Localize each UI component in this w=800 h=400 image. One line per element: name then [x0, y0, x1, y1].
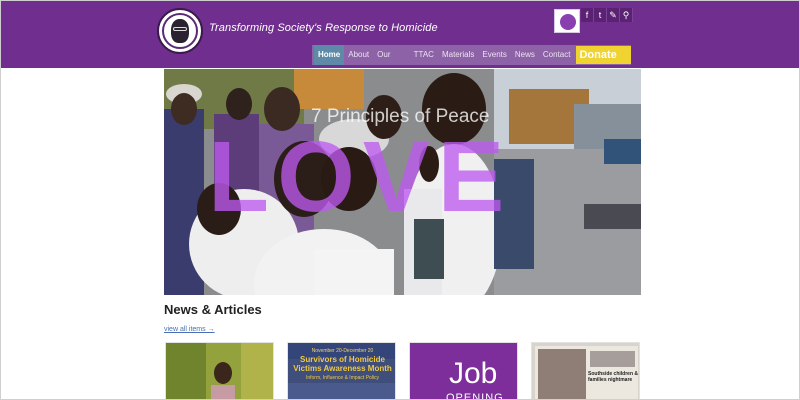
nav-about[interactable]: About [344, 45, 373, 65]
news-thumb-3[interactable]: Job OPENING [409, 342, 518, 400]
hero-word: LOVE [208, 121, 513, 233]
partner-logo-mark [560, 14, 576, 30]
view-all-link[interactable]: view all items → [164, 326, 215, 333]
news-thumb-2-lower [288, 383, 395, 399]
nav-our-model[interactable]: Our Model [373, 45, 410, 79]
news-section-title: News & Articles [164, 302, 262, 317]
nav-events[interactable]: Events [478, 45, 510, 65]
twitter-icon[interactable]: t [594, 8, 607, 22]
newspaper-photo [538, 349, 586, 399]
job-heading: Job [449, 357, 498, 390]
job-subheading: OPENING [446, 392, 504, 400]
news-thumb-2-heading: Survivors of Homicide Victims Awareness … [293, 355, 392, 373]
site-tagline: Transforming Society's Response to Homic… [209, 22, 438, 34]
news-thumb-1-photo [166, 343, 273, 399]
logo-glasses [173, 27, 187, 31]
news-thumb-2-date: November 20-December 20 [311, 348, 374, 354]
partner-logo[interactable] [554, 9, 580, 33]
facebook-icon[interactable]: f [581, 8, 594, 22]
main-nav: Home About Our Model TTAC Materials Even… [312, 45, 631, 79]
news-thumb-1[interactable] [165, 342, 274, 399]
site-logo[interactable] [157, 8, 203, 54]
newspaper-photo-2 [590, 351, 635, 367]
donate-button[interactable]: Donate Now [576, 46, 631, 79]
nav-home[interactable]: Home [314, 45, 345, 65]
site-header: Transforming Society's Response to Homic… [1, 1, 799, 79]
nav-news[interactable]: News [511, 45, 539, 65]
logo-portrait [171, 19, 189, 43]
news-thumb-2-subheading: Inform, Influence & Impact Policy [305, 375, 380, 381]
header-icon-bar: f t ✎ ⚲ [581, 8, 633, 22]
nav-materials[interactable]: Materials [438, 45, 478, 65]
news-thumb-2[interactable]: November 20-December 20 Survivors of Hom… [287, 342, 396, 399]
search-icon[interactable]: ⚲ [620, 8, 633, 22]
hero-slider[interactable]: 7 Principles of Peace LOVE [164, 69, 641, 295]
wrench-icon[interactable]: ✎ [607, 8, 620, 22]
nav-contact[interactable]: Contact [539, 45, 575, 65]
nav-ttac[interactable]: TTAC [410, 45, 438, 65]
page: Transforming Society's Response to Homic… [0, 0, 800, 400]
news-thumb-4[interactable]: Southside children & families nightmare [531, 342, 640, 399]
newspaper-headline: Southside children & families nightmare [588, 371, 639, 383]
